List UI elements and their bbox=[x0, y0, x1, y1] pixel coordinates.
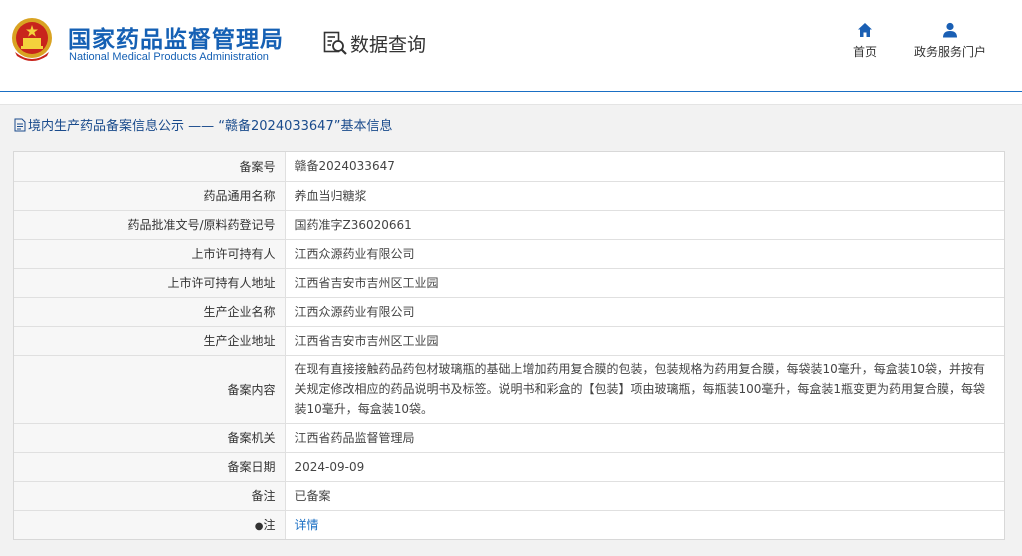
table-row: 上市许可持有人 江西众源药业有限公司 bbox=[14, 239, 1004, 269]
row-label: 药品批准文号/原料药登记号 bbox=[14, 210, 286, 240]
row-label: 备案日期 bbox=[14, 452, 286, 482]
row-value: 江西省吉安市吉州区工业园 bbox=[285, 268, 1004, 298]
brand-title-en[interactable]: National Medical Products Administration bbox=[69, 51, 269, 63]
document-icon bbox=[14, 118, 26, 131]
record-panel: 境内生产药品备案信息公示 —— “赣备2024033647”基本信息 备案号 赣… bbox=[0, 104, 1022, 556]
table-row: 上市许可持有人地址 江西省吉安市吉州区工业园 bbox=[14, 268, 1004, 298]
row-value: 赣备2024033647 bbox=[285, 152, 1004, 182]
row-label: 生产企业地址 bbox=[14, 326, 286, 356]
panel-title-text: 境内生产药品备案信息公示 —— “赣备2024033647”基本信息 bbox=[28, 119, 393, 134]
table-row: 备案内容 在现有直接接触药品药包材玻璃瓶的基础上增加药用复合膜的包装，包装规格为… bbox=[14, 355, 1004, 424]
data-query-title: 数据查询 bbox=[322, 30, 426, 56]
nav-portal-link[interactable]: 政务服务门户 bbox=[908, 22, 992, 60]
row-value: 详情 bbox=[285, 510, 1004, 539]
table-row: 药品批准文号/原料药登记号 国药准字Z36020661 bbox=[14, 210, 1004, 240]
row-value: 养血当归糖浆 bbox=[285, 181, 1004, 211]
row-value: 江西省药品监督管理局 bbox=[285, 423, 1004, 453]
table-row: 备案号 赣备2024033647 bbox=[14, 152, 1004, 182]
national-emblem-icon bbox=[12, 18, 52, 61]
row-label: 上市许可持有人 bbox=[14, 239, 286, 269]
table-row: 备注 已备案 bbox=[14, 481, 1004, 511]
data-query-label: 数据查询 bbox=[350, 33, 427, 56]
row-label: 备案号 bbox=[14, 152, 286, 182]
table-row: 生产企业地址 江西省吉安市吉州区工业园 bbox=[14, 326, 1004, 356]
user-icon bbox=[943, 22, 957, 38]
brand-title-cn[interactable]: 国家药品监督管理局 bbox=[68, 20, 284, 54]
row-value: 国药准字Z36020661 bbox=[285, 210, 1004, 240]
row-label: 备案机关 bbox=[14, 423, 286, 453]
table-row: 生产企业名称 江西众源药业有限公司 bbox=[14, 297, 1004, 327]
table-row: 备案日期 2024-09-09 bbox=[14, 452, 1004, 482]
nav-home-link[interactable]: 首页 bbox=[848, 22, 882, 60]
details-link[interactable]: 详情 bbox=[295, 518, 319, 532]
row-label: 备案内容 bbox=[14, 355, 286, 424]
panel-title: 境内生产药品备案信息公示 —— “赣备2024033647”基本信息 bbox=[14, 115, 392, 134]
header-divider bbox=[0, 91, 1022, 92]
table-row: ●注 详情 bbox=[14, 510, 1004, 539]
row-value: 江西省吉安市吉州区工业园 bbox=[285, 326, 1004, 356]
row-value: 江西众源药业有限公司 bbox=[285, 239, 1004, 269]
row-value: 2024-09-09 bbox=[285, 452, 1004, 482]
row-value: 在现有直接接触药品药包材玻璃瓶的基础上增加药用复合膜的包装，包装规格为药用复合膜… bbox=[285, 355, 1004, 424]
row-label: 备注 bbox=[14, 481, 286, 511]
row-label: 药品通用名称 bbox=[14, 181, 286, 211]
row-value: 已备案 bbox=[285, 481, 1004, 511]
note-label: 注 bbox=[263, 518, 276, 533]
record-table: 备案号 赣备2024033647 药品通用名称 养血当归糖浆 药品批准文号/原料… bbox=[13, 151, 1005, 540]
row-label: 上市许可持有人地址 bbox=[14, 268, 286, 298]
table-row: 备案机关 江西省药品监督管理局 bbox=[14, 423, 1004, 453]
row-label: 生产企业名称 bbox=[14, 297, 286, 327]
home-icon bbox=[858, 23, 872, 37]
document-search-icon bbox=[323, 31, 347, 55]
row-value: 江西众源药业有限公司 bbox=[285, 297, 1004, 327]
row-label-note: ●注 bbox=[14, 510, 286, 539]
site-header: 国家药品监督管理局 National Medical Products Admi… bbox=[0, 0, 1022, 92]
nav-home-label: 首页 bbox=[852, 45, 877, 59]
table-row: 药品通用名称 养血当归糖浆 bbox=[14, 181, 1004, 211]
nav-portal-label: 政务服务门户 bbox=[913, 45, 986, 59]
